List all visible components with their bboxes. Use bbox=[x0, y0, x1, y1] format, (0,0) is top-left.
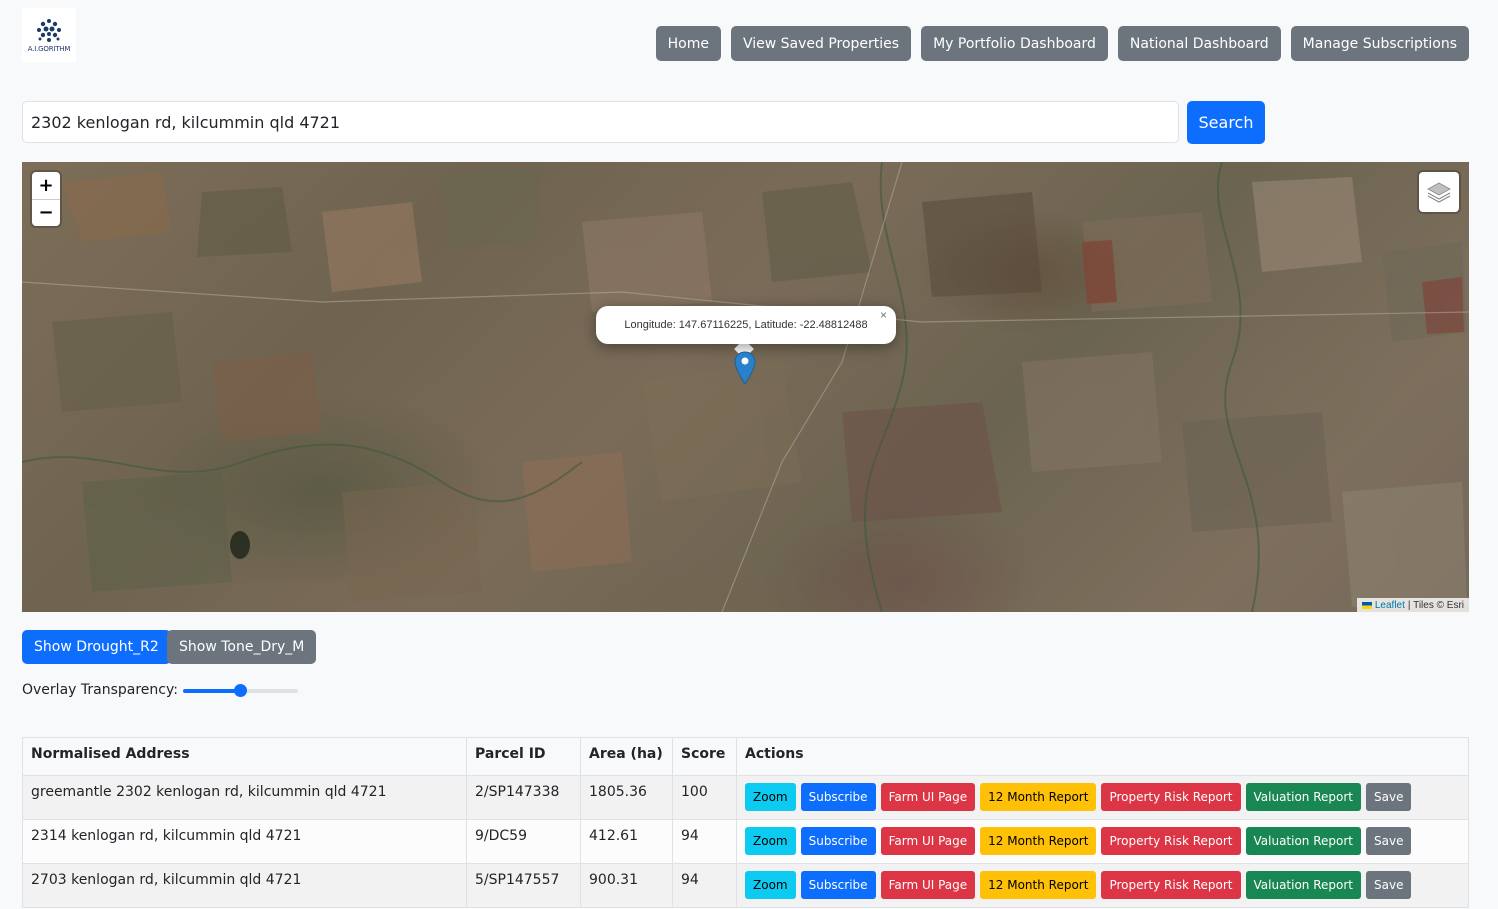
header-score: Score bbox=[672, 737, 737, 776]
twelve-month-report-button[interactable]: 12 Month Report bbox=[980, 783, 1097, 811]
portfolio-dashboard-button[interactable]: My Portfolio Dashboard bbox=[921, 26, 1108, 61]
zoom-in-button[interactable]: + bbox=[32, 172, 60, 200]
farm-ui-page-button[interactable]: Farm UI Page bbox=[880, 871, 976, 899]
farm-ui-page-button[interactable]: Farm UI Page bbox=[880, 827, 976, 855]
subscribe-button[interactable]: Subscribe bbox=[800, 827, 876, 855]
popup-close-icon[interactable]: × bbox=[880, 308, 887, 322]
cell-actions: Zoom Subscribe Farm UI Page 12 Month Report… bbox=[736, 775, 1469, 820]
valuation-report-button[interactable]: Valuation Report bbox=[1245, 871, 1362, 899]
save-button[interactable]: Save bbox=[1366, 827, 1412, 855]
logo-text: A.I.GORITHM bbox=[27, 44, 71, 53]
popup-text: Longitude: 147.67116225, Latitude: -22.4… bbox=[624, 319, 868, 331]
cell-address: greemantle 2302 kenlogan rd, kilcummin q… bbox=[22, 775, 467, 820]
valuation-report-button[interactable]: Valuation Report bbox=[1245, 783, 1362, 811]
table-header-row: Normalised Address Parcel ID Area (ha) S… bbox=[22, 737, 1469, 776]
cell-area: 1805.36 bbox=[580, 775, 673, 820]
zoom-button[interactable]: Zoom bbox=[745, 827, 796, 855]
manage-subscriptions-button[interactable]: Manage Subscriptions bbox=[1290, 26, 1469, 61]
zoom-out-button[interactable]: − bbox=[32, 200, 60, 227]
property-risk-report-button[interactable]: Property Risk Report bbox=[1101, 783, 1241, 811]
map-marker-icon[interactable] bbox=[734, 351, 756, 385]
zoom-button[interactable]: Zoom bbox=[745, 871, 796, 899]
search-button[interactable]: Search bbox=[1187, 101, 1265, 144]
slider-fill bbox=[182, 689, 241, 693]
show-drought-button[interactable]: Show Drought_R2 bbox=[22, 630, 171, 664]
logo[interactable]: A.I.GORITHM bbox=[22, 8, 76, 62]
cell-area: 412.61 bbox=[580, 819, 673, 864]
cell-parcel-id: 9/DC59 bbox=[466, 819, 581, 864]
transparency-label: Overlay Transparency: bbox=[22, 682, 178, 698]
home-button[interactable]: Home bbox=[655, 26, 721, 61]
cell-parcel-id: 5/SP147557 bbox=[466, 863, 581, 908]
table-row: 2314 kenlogan rd, kilcummin qld 4721 9/DC… bbox=[22, 819, 1469, 864]
header-address: Normalised Address bbox=[22, 737, 467, 776]
property-risk-report-button[interactable]: Property Risk Report bbox=[1101, 871, 1241, 899]
layers-icon bbox=[1427, 182, 1451, 203]
subscribe-button[interactable]: Subscribe bbox=[800, 783, 876, 811]
results-table: Normalised Address Parcel ID Area (ha) S… bbox=[22, 737, 1469, 908]
tiles-attribution: | Tiles © Esri bbox=[1407, 599, 1464, 611]
network-logo-icon bbox=[37, 18, 61, 42]
zoom-control: + − bbox=[32, 172, 60, 226]
show-tone-dry-button[interactable]: Show Tone_Dry_M bbox=[167, 630, 317, 664]
top-nav: Home View Saved Properties My Portfolio … bbox=[655, 26, 1469, 61]
slider-thumb[interactable] bbox=[234, 684, 248, 697]
save-button[interactable]: Save bbox=[1366, 871, 1412, 899]
cell-parcel-id: 2/SP147338 bbox=[466, 775, 581, 820]
header-area: Area (ha) bbox=[580, 737, 673, 776]
farm-ui-page-button[interactable]: Farm UI Page bbox=[880, 783, 976, 811]
cell-actions: Zoom Subscribe Farm UI Page 12 Month Report… bbox=[736, 819, 1469, 864]
cell-address: 2703 kenlogan rd, kilcummin qld 4721 bbox=[22, 863, 467, 908]
national-dashboard-button[interactable]: National Dashboard bbox=[1117, 26, 1281, 61]
cell-score: 94 bbox=[672, 863, 737, 908]
cell-area: 900.31 bbox=[580, 863, 673, 908]
view-saved-properties-button[interactable]: View Saved Properties bbox=[730, 26, 912, 61]
valuation-report-button[interactable]: Valuation Report bbox=[1245, 827, 1362, 855]
map-attribution: Leaflet | Tiles © Esri bbox=[1356, 598, 1469, 612]
twelve-month-report-button[interactable]: 12 Month Report bbox=[980, 827, 1097, 855]
property-risk-report-button[interactable]: Property Risk Report bbox=[1101, 827, 1241, 855]
table-row: 2703 kenlogan rd, kilcummin qld 4721 5/SP… bbox=[22, 863, 1469, 908]
table-row: greemantle 2302 kenlogan rd, kilcummin q… bbox=[22, 775, 1469, 820]
leaflet-link[interactable]: Leaflet bbox=[1375, 600, 1405, 611]
transparency-slider[interactable] bbox=[182, 684, 298, 697]
save-button[interactable]: Save bbox=[1366, 783, 1412, 811]
header-actions: Actions bbox=[736, 737, 1469, 776]
header-parcel: Parcel ID bbox=[466, 737, 581, 776]
transparency-row: Overlay Transparency: bbox=[22, 682, 298, 698]
twelve-month-report-button[interactable]: 12 Month Report bbox=[980, 871, 1097, 899]
zoom-button[interactable]: Zoom bbox=[745, 783, 796, 811]
satellite-map[interactable]: + − Longitude: 147.67116225, Latitude: -… bbox=[22, 162, 1469, 612]
layers-button[interactable] bbox=[1419, 172, 1459, 212]
address-search-input[interactable]: 2302 kenlogan rd, kilcummin qld 4721 bbox=[22, 101, 1179, 143]
coordinates-popup: Longitude: 147.67116225, Latitude: -22.4… bbox=[596, 306, 896, 344]
cell-address: 2314 kenlogan rd, kilcummin qld 4721 bbox=[22, 819, 467, 864]
subscribe-button[interactable]: Subscribe bbox=[800, 871, 876, 899]
cell-score: 94 bbox=[672, 819, 737, 864]
cell-actions: Zoom Subscribe Farm UI Page 12 Month Report… bbox=[736, 863, 1469, 908]
satellite-imagery bbox=[22, 162, 1469, 612]
ukraine-flag-icon bbox=[1361, 601, 1372, 609]
cell-score: 100 bbox=[672, 775, 737, 820]
